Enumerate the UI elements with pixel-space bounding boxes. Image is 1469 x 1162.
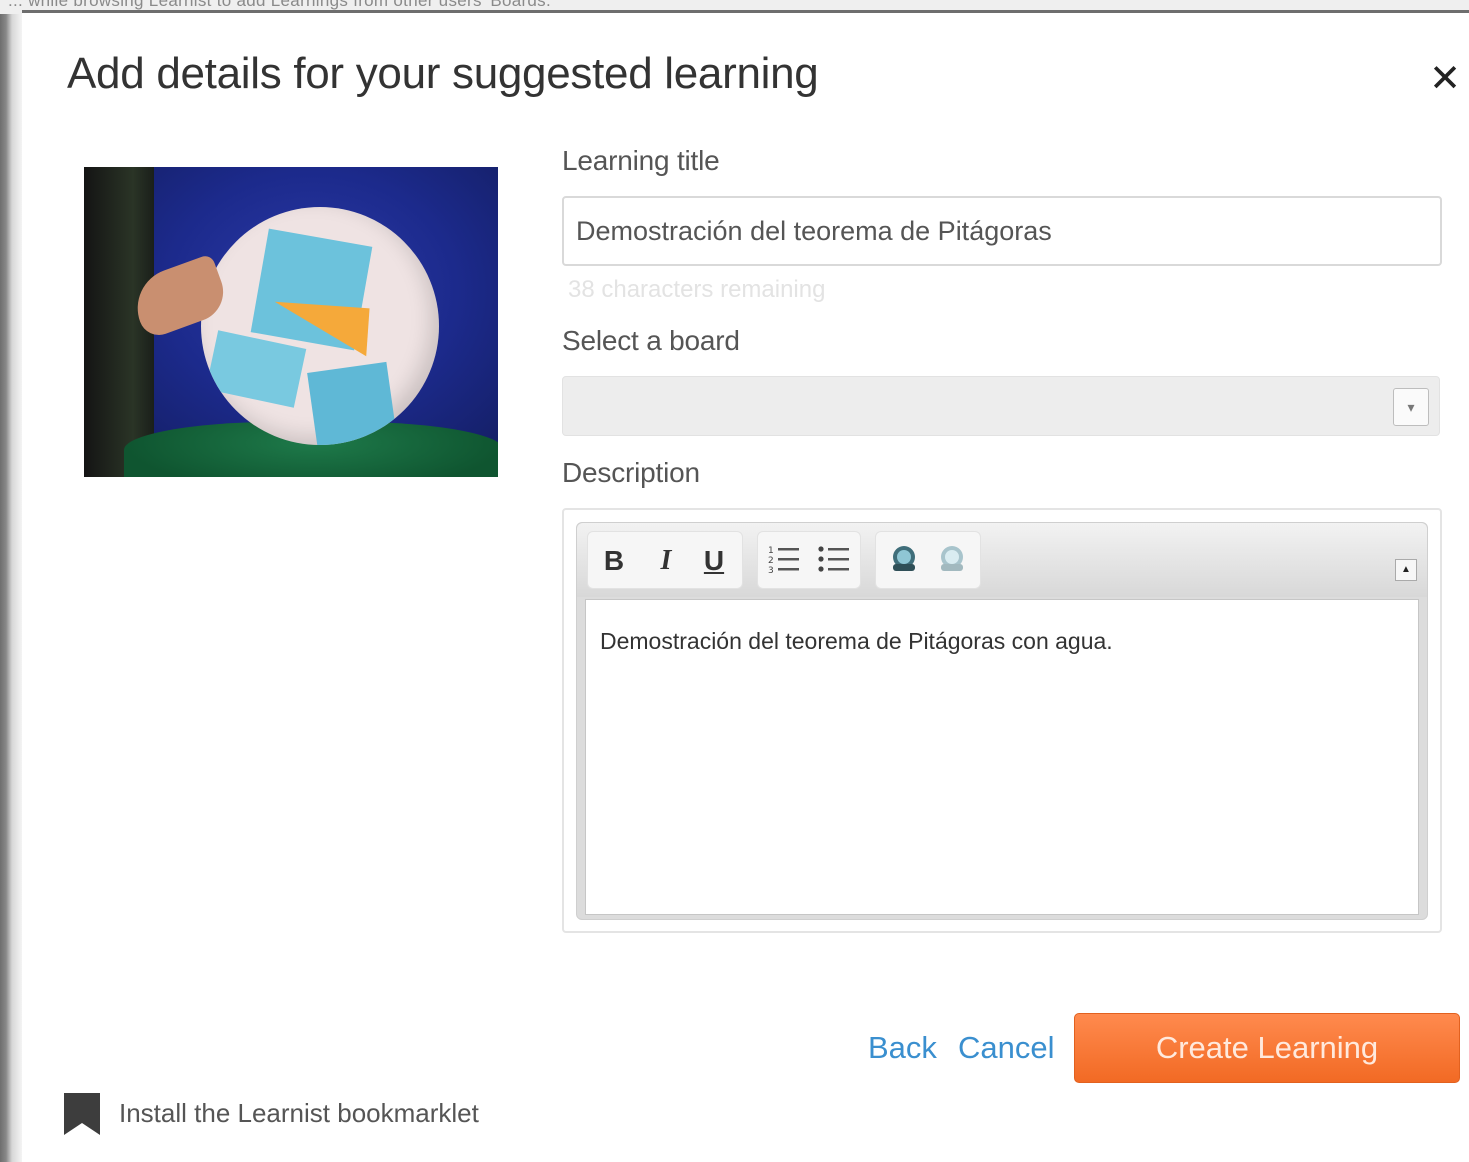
learning-title-label: Learning title — [562, 145, 720, 176]
link-icon[interactable] — [884, 542, 924, 580]
editor-toolbar: B I U 1 2 3 ▲ — [577, 523, 1427, 597]
description-label: Description — [562, 457, 700, 488]
select-board-label: Select a board — [562, 325, 740, 356]
italic-button[interactable]: I — [646, 542, 686, 580]
create-learning-button[interactable]: Create Learning — [1074, 1013, 1460, 1083]
svg-text:3: 3 — [768, 566, 774, 576]
svg-text:2: 2 — [768, 556, 774, 566]
thumbnail-square — [307, 361, 399, 445]
list-group: 1 2 3 — [757, 531, 861, 589]
description-editor: B I U 1 2 3 ▲ Demostración del teorema d… — [562, 508, 1442, 933]
back-link[interactable]: Back — [868, 1030, 937, 1066]
chevron-down-icon[interactable]: ▾ — [1393, 388, 1429, 426]
svg-text:1: 1 — [768, 546, 774, 556]
collapse-icon[interactable]: ▲ — [1395, 559, 1417, 581]
format-group: B I U — [587, 531, 743, 589]
bold-button[interactable]: B — [594, 542, 634, 580]
description-textarea[interactable]: Demostración del teorema de Pitágoras co… — [585, 599, 1419, 915]
unordered-list-icon[interactable] — [814, 542, 854, 580]
install-bookmarklet-link[interactable]: Install the Learnist bookmarklet — [119, 1098, 479, 1129]
modal-title: Add details for your suggested learning — [67, 49, 819, 98]
close-icon[interactable]: ✕ — [1419, 53, 1469, 105]
unlink-icon[interactable] — [932, 542, 972, 580]
thumbnail-triangle — [271, 301, 370, 357]
bookmark-icon — [62, 1091, 102, 1137]
board-select[interactable]: ▾ — [562, 376, 1440, 436]
underline-button[interactable]: U — [694, 542, 734, 580]
cancel-link[interactable]: Cancel — [958, 1030, 1055, 1066]
link-group — [875, 531, 981, 589]
editor-frame: B I U 1 2 3 ▲ Demostración del teorema d… — [576, 522, 1428, 920]
ordered-list-icon[interactable]: 1 2 3 — [764, 542, 804, 580]
thumbnail-disk — [201, 207, 439, 445]
page-backdrop — [0, 0, 22, 1162]
learning-thumbnail — [84, 167, 498, 477]
suggest-learning-modal: Add details for your suggested learning … — [22, 10, 1469, 1162]
char-count: 38 characters remaining — [568, 276, 826, 303]
learning-title-input[interactable] — [562, 196, 1442, 266]
